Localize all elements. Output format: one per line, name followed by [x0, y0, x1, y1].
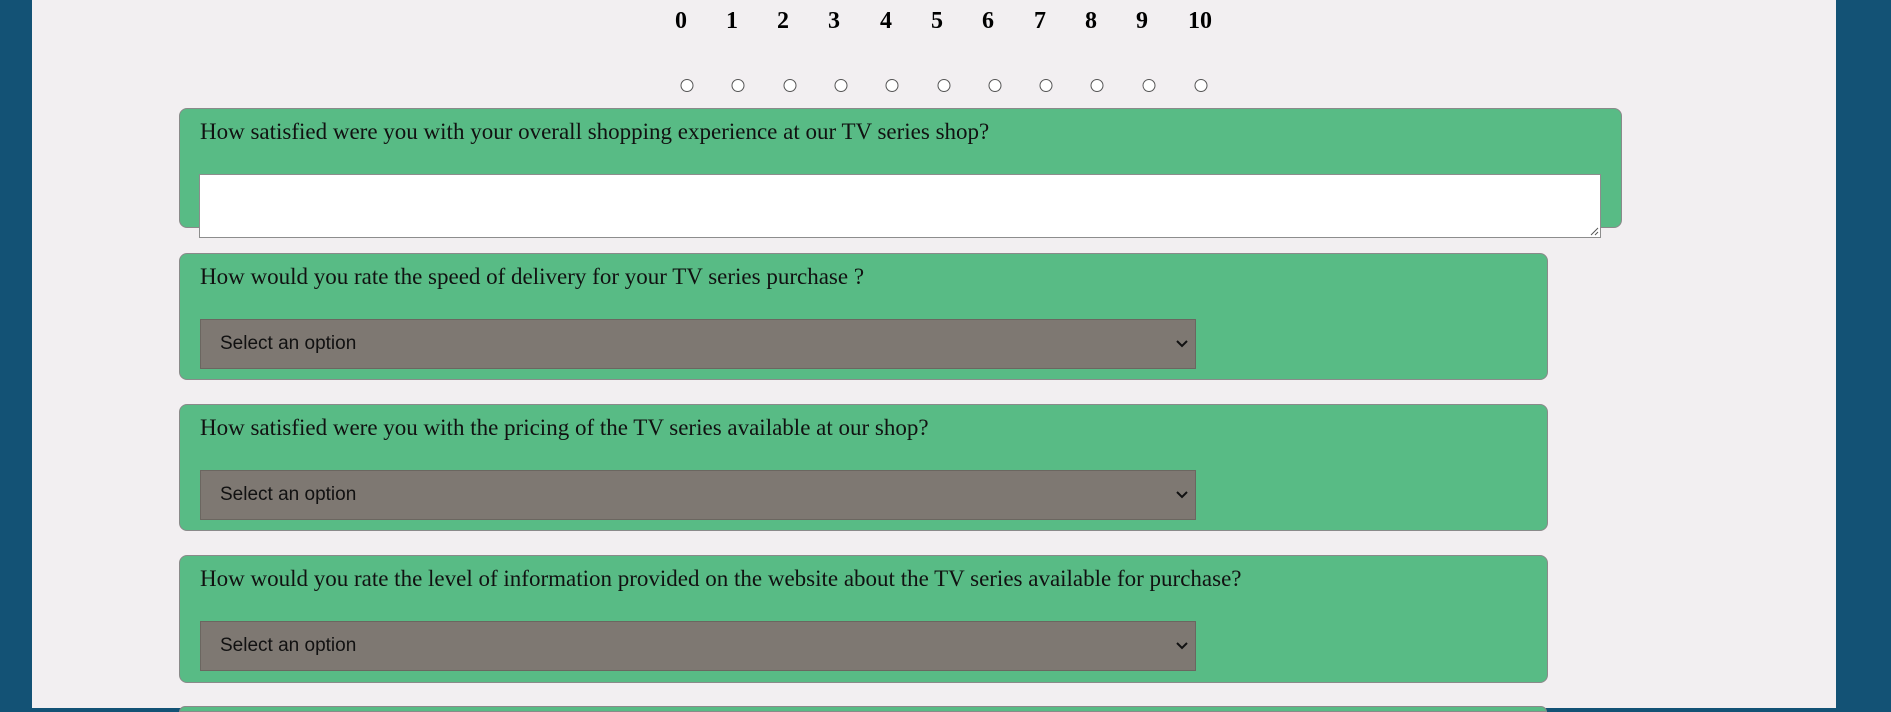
- select-value: Select an option: [220, 635, 357, 656]
- overall-experience-textarea[interactable]: [199, 174, 1601, 238]
- chevron-down-icon: [1176, 642, 1188, 650]
- pricing-select[interactable]: Select an option: [200, 470, 1196, 520]
- question-text: How would you rate the speed of delivery…: [200, 264, 865, 289]
- scale-label-2: 2: [777, 8, 789, 34]
- delivery-speed-select[interactable]: Select an option: [200, 319, 1196, 369]
- rating-radio-8[interactable]: [1090, 79, 1104, 92]
- rating-radio-9[interactable]: [1142, 79, 1156, 92]
- rating-radio-10[interactable]: [1194, 79, 1208, 92]
- scale-label-10: 10: [1188, 8, 1212, 34]
- scale-label-6: 6: [982, 8, 994, 34]
- rating-radio-0[interactable]: [680, 79, 694, 92]
- next-question-card-edge: [179, 706, 1547, 712]
- chevron-down-icon: [1176, 340, 1188, 348]
- question-card-delivery-speed: How would you rate the speed of delivery…: [179, 253, 1548, 380]
- rating-radio-5[interactable]: [937, 79, 951, 92]
- rating-scale: 0 1 2 3 4 5 6 7 8 9 10: [0, 0, 1891, 50]
- rating-radio-3[interactable]: [834, 79, 848, 92]
- question-card-pricing: How satisfied were you with the pricing …: [179, 404, 1548, 531]
- question-text: How would you rate the level of informat…: [200, 566, 1242, 591]
- scale-label-3: 3: [828, 8, 840, 34]
- rating-radio-2[interactable]: [783, 79, 797, 92]
- question-text: How satisfied were you with the pricing …: [200, 415, 929, 440]
- scale-label-7: 7: [1034, 8, 1046, 34]
- scale-label-9: 9: [1136, 8, 1148, 34]
- question-card-website-information: How would you rate the level of informat…: [179, 555, 1548, 683]
- chevron-down-icon: [1176, 491, 1188, 499]
- question-text: How satisfied were you with your overall…: [200, 119, 990, 144]
- select-value: Select an option: [220, 333, 357, 354]
- rating-radio-4[interactable]: [885, 79, 899, 92]
- website-information-select[interactable]: Select an option: [200, 621, 1196, 671]
- scale-label-4: 4: [880, 8, 892, 34]
- scale-label-5: 5: [931, 8, 943, 34]
- rating-radio-7[interactable]: [1039, 79, 1053, 92]
- scale-label-1: 1: [726, 8, 738, 34]
- scale-label-0: 0: [675, 8, 687, 34]
- rating-radio-6[interactable]: [988, 79, 1002, 92]
- resize-grip-icon[interactable]: [1589, 226, 1599, 236]
- scale-label-8: 8: [1085, 8, 1097, 34]
- select-value: Select an option: [220, 484, 357, 505]
- rating-radio-1[interactable]: [731, 79, 745, 92]
